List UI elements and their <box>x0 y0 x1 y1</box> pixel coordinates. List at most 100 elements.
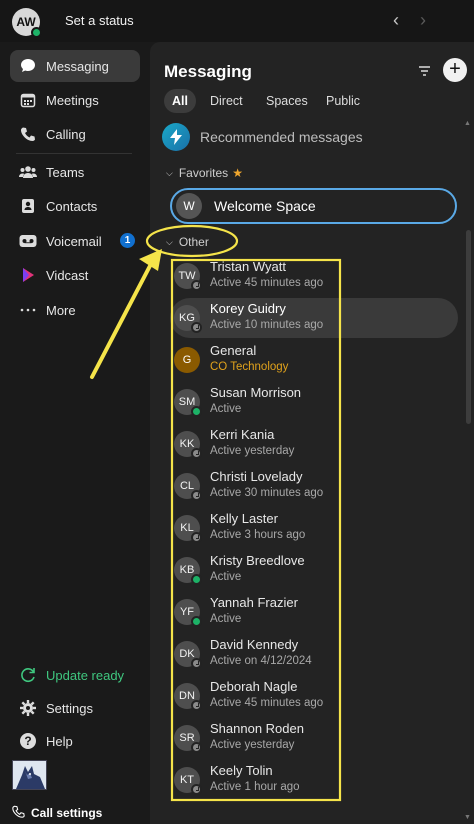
sidebar-item-more[interactable]: More <box>10 294 140 326</box>
conversation-item[interactable]: YF Yannah Frazier Active <box>170 592 458 632</box>
conversation-status: Active <box>210 571 242 583</box>
conversation-name: Kerri Kania <box>210 427 275 442</box>
presence-online-dot <box>191 406 202 417</box>
star-icon: ★ <box>232 166 243 180</box>
conversation-status: Active 30 minutes ago <box>210 487 324 499</box>
conversation-name: Kelly Laster <box>210 511 278 526</box>
page-title: Messaging <box>164 62 252 81</box>
conversation-item[interactable]: KB Kristy Breedlove Active <box>170 550 458 590</box>
conversation-item[interactable]: SM Susan Morrison Active <box>170 382 458 422</box>
sidebar-item-calling[interactable]: Calling <box>10 118 140 150</box>
phone-icon <box>10 126 46 142</box>
tab-spaces[interactable]: Spaces <box>258 89 316 113</box>
conversation-name: Yannah Frazier <box>210 595 298 610</box>
conversation-item[interactable]: CL Christi Lovelady Active 30 minutes ago <box>170 466 458 506</box>
sidebar-item-meetings[interactable]: Meetings <box>10 84 140 116</box>
conversation-name: Christi Lovelady <box>210 469 303 484</box>
tab-direct[interactable]: Direct <box>202 89 251 113</box>
presence-away-clock-icon <box>191 448 202 459</box>
conversation-name: Deborah Nagle <box>210 679 298 694</box>
chat-bubble-icon <box>10 57 46 75</box>
recommended-messages-row[interactable]: Recommended messages <box>162 123 363 151</box>
conversation-status: Active 3 hours ago <box>210 529 306 541</box>
call-settings-label: Call settings <box>31 806 103 820</box>
presence-online-dot <box>31 27 42 38</box>
sidebar-divider <box>16 153 132 154</box>
sidebar: Messaging Meetings Calling Teams Contact… <box>0 42 150 824</box>
conversation-name: Kristy Breedlove <box>210 553 305 568</box>
tab-all[interactable]: All <box>164 89 196 113</box>
sidebar-item-vidcast[interactable]: Vidcast <box>10 259 140 291</box>
scroll-up-arrow-icon[interactable]: ▲ <box>464 120 471 127</box>
other-section-header[interactable]: ⌵ Other <box>166 235 209 249</box>
space-name: Welcome Space <box>214 198 316 214</box>
voicemail-icon <box>10 234 46 248</box>
presence-away-clock-icon <box>191 742 202 753</box>
space-avatar: W <box>176 193 202 219</box>
vidcast-icon <box>10 267 46 283</box>
calendar-icon <box>10 92 46 108</box>
new-message-plus-button[interactable]: + <box>443 58 467 82</box>
conversation-item[interactable]: TW Tristan Wyatt Active 45 minutes ago <box>170 256 458 296</box>
help-item[interactable]: ? Help <box>10 725 140 757</box>
conversation-item[interactable]: G General CO Technology <box>170 340 458 380</box>
conversation-item[interactable]: KG Korey Guidry Active 10 minutes ago <box>170 298 458 338</box>
conversation-status: Active yesterday <box>210 445 295 457</box>
sidebar-item-label: Calling <box>46 126 86 142</box>
call-settings-link[interactable]: Call settings <box>12 804 102 822</box>
presence-online-dot <box>191 616 202 627</box>
conversation-status: Active 10 minutes ago <box>210 319 324 331</box>
sidebar-item-contacts[interactable]: Contacts <box>10 190 140 222</box>
voicemail-count-badge: 1 <box>120 233 135 248</box>
conversation-item[interactable]: DN Deborah Nagle Active 45 minutes ago <box>170 676 458 716</box>
messaging-panel: Messaging + All Direct Spaces Public Rec… <box>150 42 474 824</box>
favorites-section-header[interactable]: ⌵ Favorites ★ <box>166 166 243 180</box>
conversation-status: Active <box>210 403 242 415</box>
presence-away-clock-icon <box>191 322 202 333</box>
presence-away-clock-icon <box>191 658 202 669</box>
scroll-down-arrow-icon[interactable]: ▼ <box>464 814 471 821</box>
presence-away-clock-icon <box>191 700 202 711</box>
conversation-item[interactable]: DK David Kennedy Active on 4/12/2024 <box>170 634 458 674</box>
lightning-icon <box>162 123 190 151</box>
set-status-link[interactable]: Set a status <box>65 13 134 28</box>
conversation-item[interactable]: KK Kerri Kania Active yesterday <box>170 424 458 464</box>
sidebar-item-label: Voicemail <box>46 233 102 249</box>
filter-icon[interactable] <box>418 64 431 82</box>
conversation-name: Shannon Roden <box>210 721 304 736</box>
sidebar-item-teams[interactable]: Teams <box>10 156 140 188</box>
more-dots-icon <box>10 308 46 312</box>
settings-item[interactable]: Settings <box>10 692 140 724</box>
conversation-item[interactable]: KT Keely Tolin Active 1 hour ago <box>170 760 458 800</box>
conversation-item[interactable]: SR Shannon Roden Active yesterday <box>170 718 458 758</box>
people-icon <box>10 164 46 180</box>
scrollbar-thumb[interactable] <box>466 230 471 424</box>
phone-settings-icon <box>12 805 25 821</box>
user-avatar[interactable]: AW <box>12 8 42 38</box>
conversation-name: Keely Tolin <box>210 763 273 778</box>
conversation-item[interactable]: KL Kelly Laster Active 3 hours ago <box>170 508 458 548</box>
update-ready-item[interactable]: Update ready <box>10 659 140 691</box>
back-arrow-icon[interactable]: ‹ <box>393 10 399 31</box>
sidebar-item-messaging[interactable]: Messaging <box>10 50 140 82</box>
wolf-logo-image <box>12 760 47 790</box>
conversation-status: Active 1 hour ago <box>210 781 300 793</box>
conversation-status: Active <box>210 613 242 625</box>
sidebar-item-label: Contacts <box>46 198 98 214</box>
sidebar-item-label: More <box>46 302 76 318</box>
presence-online-dot <box>191 574 202 585</box>
conversation-status: Active 45 minutes ago <box>210 277 324 289</box>
forward-arrow-icon[interactable]: › <box>420 10 426 31</box>
top-bar: AW Set a status ‹ › <box>0 0 474 42</box>
conversation-name: David Kennedy <box>210 637 299 652</box>
conversation-name: Korey Guidry <box>210 301 286 316</box>
sidebar-item-voicemail[interactable]: Voicemail 1 <box>10 225 140 257</box>
favorite-space-welcome[interactable]: W Welcome Space <box>170 188 457 224</box>
contact-card-icon <box>10 198 46 214</box>
conversation-status: CO Technology <box>210 361 289 373</box>
tab-public[interactable]: Public <box>318 89 368 113</box>
help-label: Help <box>46 733 73 749</box>
settings-label: Settings <box>46 700 93 716</box>
presence-away-clock-icon <box>191 532 202 543</box>
conversation-name: Tristan Wyatt <box>210 259 286 274</box>
